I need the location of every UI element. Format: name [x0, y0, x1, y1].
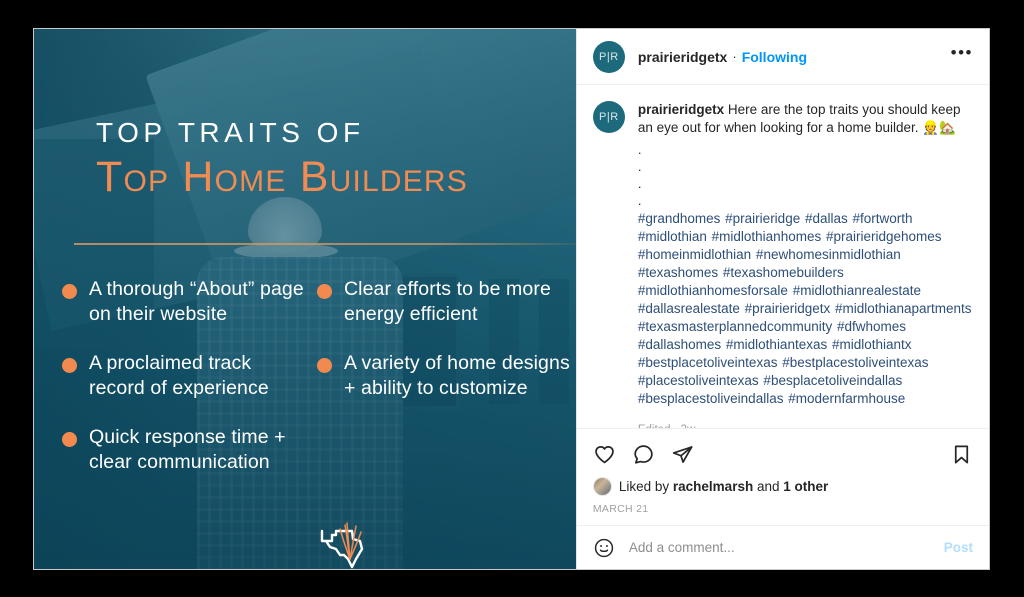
caption-spacer-dots: . . . .	[637, 142, 642, 208]
bullet-item: A variety of home designs + ability to c…	[317, 351, 576, 401]
post-comment-button[interactable]: Post	[944, 540, 973, 555]
title-divider-rule	[74, 243, 576, 245]
liker-avatar	[592, 477, 612, 496]
comment-input[interactable]	[628, 540, 944, 555]
caption-hashtags[interactable]: #grandhomes #prairieridge #dallas #fortw…	[638, 210, 973, 408]
comment-bubble-icon[interactable]	[632, 443, 655, 466]
emoji-smiley-icon[interactable]	[593, 537, 615, 559]
graphic-title-main: Top Home Builders	[96, 153, 469, 201]
caption-username[interactable]: prairieridgetx	[638, 102, 724, 117]
bullet-text: A thorough “About” page on their website	[89, 278, 304, 325]
bullet-text: A variety of home designs + ability to c…	[344, 352, 570, 399]
bullet-text: Clear efforts to be more energy efficien…	[344, 278, 551, 325]
graphic-title-superline: TOP TRAITS OF	[96, 117, 365, 148]
caption-row: P|R prairieridgetx Here are the top trai…	[592, 101, 973, 428]
likes-prefix: Liked by	[618, 479, 673, 494]
header-separator: ·	[732, 49, 737, 64]
post-date: MARCH 21	[592, 503, 649, 515]
likes-middle: and	[753, 479, 784, 494]
bullet-item: A thorough “About” page on their website	[62, 277, 305, 327]
caption-avatar[interactable]: P|R	[592, 101, 625, 133]
post-actions: Liked by rachelmarsh and 1 other MARCH 2…	[576, 428, 989, 525]
following-button[interactable]: Following	[742, 49, 807, 65]
liker-username[interactable]: rachelmarsh	[673, 479, 753, 494]
bookmark-icon[interactable]	[950, 443, 973, 466]
bullet-text: A proclaimed track record of experience	[89, 352, 269, 399]
post-media[interactable]: TOP TRAITS OF Top Home Builders A thorou…	[34, 29, 576, 569]
more-options-icon[interactable]: •••	[951, 44, 973, 65]
likes-text: Liked by rachelmarsh and 1 other	[619, 479, 828, 494]
instagram-post-card: TOP TRAITS OF Top Home Builders A thorou…	[33, 28, 990, 570]
heart-icon[interactable]	[593, 443, 616, 466]
post-sidebar: P|R prairieridgetx · Following ••• P|R p…	[575, 29, 989, 569]
bullet-dot-icon	[62, 284, 77, 299]
bullet-text: Quick response time + clear communicatio…	[89, 426, 286, 473]
share-paperplane-icon[interactable]	[671, 443, 694, 466]
bullet-columns: A thorough “About” page on their website…	[34, 277, 576, 499]
bullet-item: Clear efforts to be more energy efficien…	[317, 277, 576, 327]
likes-summary: Liked by rachelmarsh and 1 other	[592, 477, 973, 496]
media-content: TOP TRAITS OF Top Home Builders A thorou…	[34, 29, 576, 569]
avatar-monogram: P|R	[599, 50, 619, 63]
post-caption-area: P|R prairieridgetx Here are the top trai…	[577, 85, 989, 428]
account-username[interactable]: prairieridgetx	[638, 49, 727, 65]
bullet-dot-icon	[317, 358, 332, 373]
bullet-dot-icon	[62, 358, 77, 373]
texas-outline-logo	[312, 515, 374, 569]
bullet-item: A proclaimed track record of experience	[62, 351, 305, 401]
bullet-column-right: Clear efforts to be more energy efficien…	[305, 277, 576, 499]
account-avatar[interactable]: P|R	[592, 40, 625, 73]
bullet-dot-icon	[317, 284, 332, 299]
screenshot-root: TOP TRAITS OF Top Home Builders A thorou…	[0, 0, 1024, 597]
caption-body: prairieridgetx Here are the top traits y…	[638, 101, 973, 428]
action-icon-row	[593, 437, 973, 471]
bullet-column-left: A thorough “About” page on their website…	[34, 277, 305, 499]
caption-text: prairieridgetx Here are the top traits y…	[638, 101, 973, 137]
bullet-item: Quick response time + clear communicatio…	[62, 425, 305, 475]
comment-bar: Post	[576, 525, 989, 569]
avatar-monogram: P|R	[599, 111, 619, 123]
likes-others-count[interactable]: 1 other	[783, 479, 828, 494]
bullet-dot-icon	[62, 432, 77, 447]
post-header: P|R prairieridgetx · Following •••	[576, 29, 989, 85]
